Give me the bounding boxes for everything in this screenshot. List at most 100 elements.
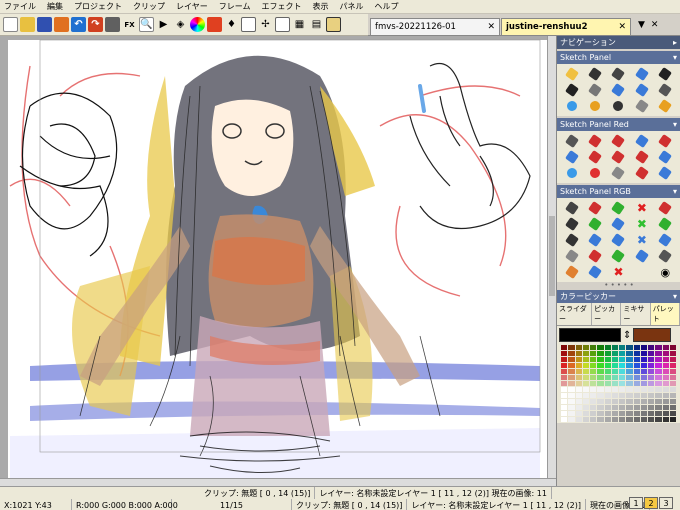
palette-swatch[interactable] (626, 363, 633, 368)
brush-icon[interactable] (655, 233, 676, 247)
open-folder-icon[interactable] (20, 17, 35, 32)
palette-swatch[interactable] (648, 411, 655, 416)
palette-swatch[interactable] (619, 345, 626, 350)
palette-swatch[interactable] (561, 375, 568, 380)
ink-bottle-icon[interactable] (584, 150, 605, 164)
palette-swatch[interactable] (590, 417, 597, 422)
palette-swatch[interactable] (582, 405, 589, 410)
new-file-icon[interactable] (3, 17, 18, 32)
ink-bottle-icon[interactable] (608, 150, 629, 164)
palette-swatch[interactable] (582, 411, 589, 416)
palette-swatch[interactable] (626, 417, 633, 422)
pencil-icon[interactable] (561, 201, 582, 215)
palette-swatch[interactable] (597, 417, 604, 422)
palette-swatch[interactable] (648, 393, 655, 398)
palette-swatch[interactable] (640, 363, 647, 368)
palette-swatch[interactable] (662, 351, 669, 356)
palette-swatch[interactable] (648, 363, 655, 368)
palette-swatch[interactable] (648, 399, 655, 404)
palette-swatch[interactable] (561, 381, 568, 386)
palette-swatch[interactable] (655, 387, 662, 392)
palette-swatch[interactable] (669, 369, 676, 374)
palette-swatch[interactable] (561, 399, 568, 404)
pencil-icon[interactable] (561, 134, 582, 148)
palette-swatch[interactable] (582, 357, 589, 362)
palette-swatch[interactable] (626, 411, 633, 416)
pin-icon[interactable]: ♦ (224, 17, 239, 32)
palette-swatch[interactable] (568, 411, 575, 416)
palette-swatch[interactable] (575, 363, 582, 368)
palette-swatch[interactable] (604, 405, 611, 410)
palette-swatch[interactable] (669, 393, 676, 398)
palette-swatch[interactable] (561, 351, 568, 356)
palette-swatch[interactable] (604, 357, 611, 362)
palette-swatch[interactable] (648, 417, 655, 422)
marker-icon[interactable] (655, 67, 676, 81)
tab-palette[interactable]: パレット (650, 303, 680, 325)
palette-swatch[interactable] (568, 387, 575, 392)
primary-color-swatch[interactable] (559, 328, 621, 342)
color-palette[interactable] (557, 344, 680, 423)
palette-swatch[interactable] (590, 405, 597, 410)
eraser-icon[interactable] (584, 166, 605, 180)
palette-swatch[interactable] (604, 387, 611, 392)
palette-swatch[interactable] (590, 399, 597, 404)
palette-swatch[interactable] (633, 381, 640, 386)
pencil-icon[interactable] (561, 67, 582, 81)
marker-icon[interactable] (561, 217, 582, 231)
eraser-icon[interactable] (608, 166, 629, 180)
palette-swatch[interactable] (575, 351, 582, 356)
palette-swatch[interactable] (604, 363, 611, 368)
swap-colors-icon[interactable]: ⇕ (623, 330, 631, 341)
palette-swatch[interactable] (662, 393, 669, 398)
ink-bottle-icon[interactable] (608, 83, 629, 97)
palette-swatch[interactable] (597, 345, 604, 350)
palette-swatch[interactable] (648, 351, 655, 356)
palette-swatch[interactable] (582, 381, 589, 386)
navigator-header[interactable]: ナビゲーション ▸ (557, 36, 680, 49)
palette-swatch[interactable] (568, 351, 575, 356)
palette-swatch[interactable] (604, 351, 611, 356)
palette-swatch[interactable] (611, 369, 618, 374)
color-wheel-icon[interactable] (190, 17, 205, 32)
menu-view[interactable]: 表示 (313, 1, 329, 12)
palette-swatch[interactable] (655, 417, 662, 422)
palette-swatch[interactable] (633, 375, 640, 380)
palette-swatch[interactable] (590, 345, 597, 350)
palette-swatch[interactable] (582, 351, 589, 356)
palette-swatch[interactable] (604, 381, 611, 386)
palette-swatch[interactable] (640, 381, 647, 386)
marker-icon[interactable] (631, 134, 652, 148)
palette-swatch[interactable] (561, 393, 568, 398)
palette-swatch[interactable] (568, 381, 575, 386)
brush-icon[interactable] (655, 201, 676, 215)
palette-swatch[interactable] (575, 345, 582, 350)
palette-swatch[interactable] (561, 345, 568, 350)
palette-swatch[interactable] (604, 417, 611, 422)
palette-swatch[interactable] (619, 405, 626, 410)
tab-fmvs-20221126-01[interactable]: fmvs-20221126-01 ✕ (370, 18, 500, 35)
page-button-1[interactable]: 1 (629, 497, 643, 509)
palette-swatch[interactable] (662, 363, 669, 368)
grid-icon[interactable]: ▦ (292, 17, 307, 32)
scroll-thumb[interactable] (549, 216, 555, 296)
palette-swatch[interactable] (611, 345, 618, 350)
tab-slider[interactable]: スライダー (557, 303, 593, 325)
page-button-3[interactable]: 3 (659, 497, 673, 509)
tab-mixer[interactable]: ミキサー (621, 303, 651, 325)
palette-swatch[interactable] (597, 393, 604, 398)
palette-swatch[interactable] (648, 387, 655, 392)
palette-swatch[interactable] (590, 393, 597, 398)
fill-icon[interactable] (655, 83, 676, 97)
palette-swatch[interactable] (669, 381, 676, 386)
palette-swatch[interactable] (626, 393, 633, 398)
palette-swatch[interactable] (640, 417, 647, 422)
palette-swatch[interactable] (604, 411, 611, 416)
palette-swatch[interactable] (633, 387, 640, 392)
panel-header[interactable]: Sketch Panel RGB ▾ (557, 185, 680, 198)
palette-swatch[interactable] (597, 363, 604, 368)
palette-swatch[interactable] (611, 387, 618, 392)
palette-swatch[interactable] (648, 375, 655, 380)
palette-swatch[interactable] (590, 363, 597, 368)
palette-swatch[interactable] (582, 399, 589, 404)
